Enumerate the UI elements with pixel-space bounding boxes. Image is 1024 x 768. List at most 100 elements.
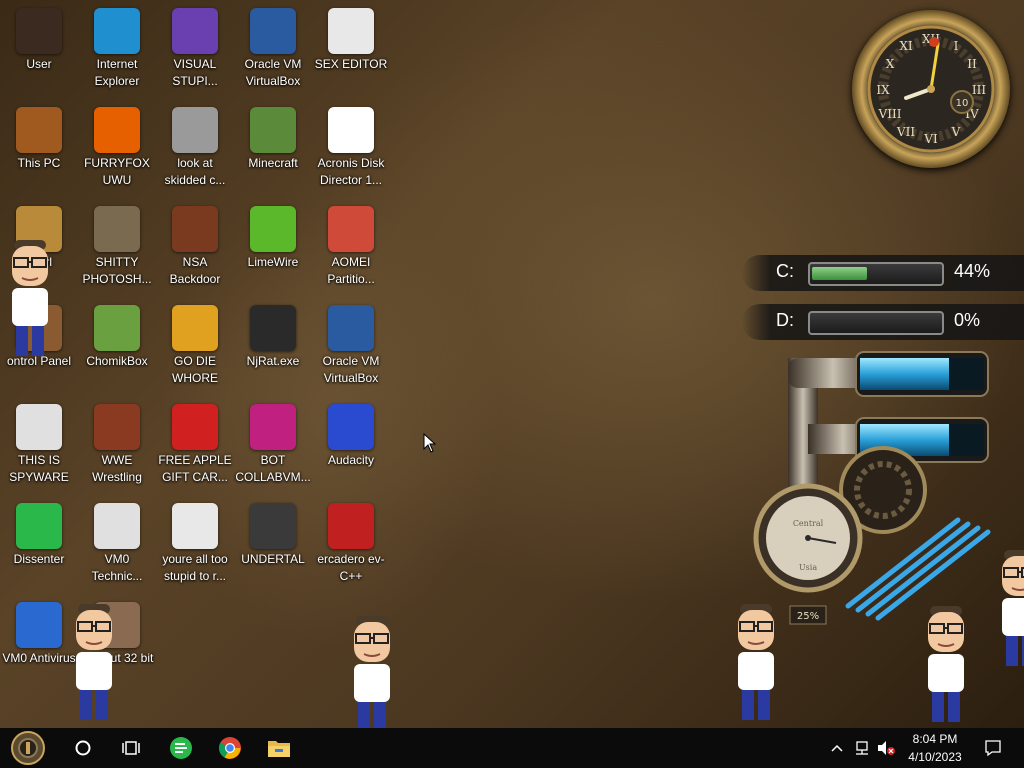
clock-date-number: 10 — [956, 98, 969, 109]
desktop-icon[interactable]: Dissenter — [0, 499, 78, 568]
desktop-icon[interactable]: This PC — [0, 103, 78, 172]
steampunk-meter-gadget[interactable]: Central Usia 25% — [748, 348, 1024, 628]
drive-usage-bar — [808, 262, 944, 286]
desktop-icon-label: FREE APPLE GIFT CAR... — [158, 453, 232, 484]
gimp-icon — [94, 206, 140, 252]
tray-overflow-chevron[interactable] — [828, 728, 846, 768]
hank-mascot-icon — [928, 606, 964, 722]
chomikbox-icon — [94, 305, 140, 351]
drive-meter-c[interactable]: C: 44% — [742, 255, 1024, 291]
audacity-icon — [328, 404, 374, 450]
shield-icon — [16, 602, 62, 648]
svg-text:IX: IX — [876, 83, 890, 97]
desktop-icon[interactable]: AOMEI Partitio... — [312, 202, 390, 288]
desktop-icon[interactable]: BOT COLLABVM... — [234, 400, 312, 486]
virtualbox-icon — [328, 305, 374, 351]
drive-usage-bar — [808, 311, 944, 335]
action-center-button[interactable] — [978, 728, 1008, 768]
tray-clock[interactable]: 8:04 PM 4/10/2023 — [900, 728, 970, 768]
desktop-icon-label: User — [26, 57, 52, 71]
desktop-icon-label: look at skidded c... — [164, 156, 226, 187]
aomei-icon — [328, 206, 374, 252]
desktop-icon[interactable]: Minecraft — [234, 103, 312, 172]
desktop-icon[interactable]: FURRYFOX UWU — [78, 103, 156, 189]
desktop-icon-label: youre all too stupid to r... — [162, 552, 228, 583]
desktop-icon[interactable]: Oracle VM VirtualBox — [312, 301, 390, 387]
svg-text:Central: Central — [793, 519, 824, 528]
hank-mascot-icon — [12, 240, 48, 356]
taskbar-file-explorer[interactable] — [260, 728, 298, 768]
task-view-button[interactable] — [112, 728, 150, 768]
skull-icon — [250, 305, 296, 351]
desktop-icon[interactable]: UNDERTAL — [234, 499, 312, 568]
drive-percent: 44% — [954, 261, 991, 281]
desktop-icon[interactable]: ChomikBox — [78, 301, 156, 370]
desktop-icon[interactable]: NjRat.exe — [234, 301, 312, 370]
desktop-icon[interactable]: VISUAL STUPI... — [156, 4, 234, 90]
tube-fill-1 — [860, 358, 949, 390]
desktop-icon-label: SHITTY PHOTOSH... — [82, 255, 152, 286]
svg-text:III: III — [972, 83, 986, 97]
computer-icon — [16, 107, 62, 153]
desktop-icon[interactable]: NSA Backdoor — [156, 202, 234, 288]
limewire-icon — [250, 206, 296, 252]
desktop-icon-label: VM0 Technic... — [91, 552, 143, 583]
desktop-icon[interactable]: Internet Explorer — [78, 4, 156, 90]
hank-mascot-icon — [354, 616, 390, 732]
tv-icon — [94, 404, 140, 450]
desktop-icon[interactable]: Acronis Disk Director 1... — [312, 103, 390, 189]
start-button[interactable] — [6, 728, 50, 768]
tray-network[interactable] — [850, 728, 874, 768]
user-folder-icon — [16, 8, 62, 54]
desktop[interactable]: User Internet Explorer VISUAL STUPI... Orac… — [0, 0, 1024, 732]
desktop-icon[interactable]: ercadero ev-C++ — [312, 499, 390, 585]
svg-text:X: X — [886, 57, 895, 71]
desktop-icon[interactable]: Audacity — [312, 400, 390, 469]
tray-volume[interactable] — [874, 728, 898, 768]
svg-text:Usia: Usia — [799, 563, 817, 572]
desktop-icon-label: Internet Explorer — [94, 57, 140, 88]
desktop-icon[interactable]: User — [0, 4, 78, 73]
hank-mascot-icon — [1002, 550, 1024, 666]
desktop-icon[interactable]: WWE Wrestling — [78, 400, 156, 486]
desktop-icon-label: Oracle VM VirtualBox — [244, 57, 302, 88]
devcpp-icon — [328, 503, 374, 549]
desktop-icon-label: Minecraft — [248, 156, 298, 170]
desktop-icon[interactable]: VM0 Technic... — [78, 499, 156, 585]
svg-text:II: II — [967, 57, 977, 71]
unity-icon — [250, 503, 296, 549]
visual-studio-icon — [172, 8, 218, 54]
taskbar: 8:04 PM 4/10/2023 — [0, 728, 1024, 768]
svg-text:I: I — [954, 39, 959, 53]
portrait-icon — [172, 503, 218, 549]
desktop-icon-label: UNDERTAL — [241, 552, 305, 566]
taskbar-dissenter[interactable] — [162, 728, 200, 768]
desktop-icon[interactable]: FREE APPLE GIFT CAR... — [156, 400, 234, 486]
desktop-icon-label: Acronis Disk Director 1... — [317, 156, 385, 187]
desktop-icon-label: This PC — [17, 156, 61, 170]
volume-muted-icon — [878, 741, 895, 755]
folder-icon — [268, 741, 290, 757]
acronis-icon — [328, 107, 374, 153]
drive-meter-d[interactable]: D: 0% — [742, 304, 1024, 340]
taskbar-chrome[interactable] — [211, 728, 249, 768]
desktop-icon[interactable]: Oracle VM VirtualBox — [234, 4, 312, 90]
virtualbox-icon — [250, 8, 296, 54]
desktop-icon-label: THIS IS SPYWARE — [9, 453, 69, 484]
clock-gadget[interactable]: XII I II III IV V VI VII VIII IX X XI 10 — [852, 10, 1010, 168]
pipes-art: Central Usia 25% — [753, 351, 991, 625]
desktop-icon[interactable]: SEX EDITOR — [312, 4, 390, 73]
desktop-icon-label: VISUAL STUPI... — [172, 57, 218, 88]
desktop-icon[interactable]: LimeWire — [234, 202, 312, 271]
desktop-icon[interactable]: SHITTY PHOTOSH... — [78, 202, 156, 288]
desktop-icon[interactable]: youre all too stupid to r... — [156, 499, 234, 585]
desktop-icon[interactable]: look at skidded c... — [156, 103, 234, 189]
cortana-button[interactable] — [64, 728, 102, 768]
minecraft-icon — [250, 107, 296, 153]
desktop-icon-label: ercadero ev-C++ — [317, 552, 385, 583]
desktop-icon-label: NjRat.exe — [246, 354, 300, 368]
desktop-icon[interactable]: GO DIE WHORE — [156, 301, 234, 387]
drive-letter: C: — [776, 261, 794, 281]
painting-icon — [172, 206, 218, 252]
desktop-icon[interactable]: THIS IS SPYWARE — [0, 400, 78, 486]
